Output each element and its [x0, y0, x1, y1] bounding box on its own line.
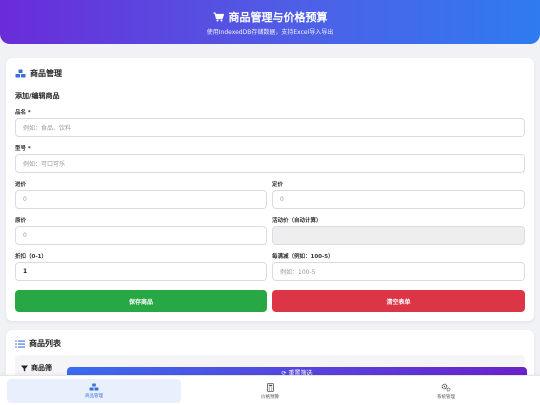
product-card-title-row: 商品管理 [15, 68, 62, 79]
discount-input[interactable]: 1 [15, 262, 267, 281]
app-title-row: 商品管理与价格预算 [0, 9, 540, 25]
list-price-input[interactable]: 0 [272, 190, 525, 209]
form-title: 添加/编辑商品 [15, 92, 60, 100]
gears-icon [441, 383, 451, 392]
product-management-card: 商品管理 添加/编辑商品 品名 * 例如：食品、饮料 型号 * 例如：可口可乐 … [6, 58, 534, 321]
list-card-title-row: 商品列表 [15, 338, 61, 349]
full-reduction-label: 每满减（例如：100-5） [272, 254, 334, 260]
nav-label-price-budget: 价格预算 [261, 394, 279, 400]
promo-price-input [272, 226, 525, 245]
promo-price-label: 活动价（自动计算） [272, 218, 322, 224]
nav-label-system-management: 系统管理 [437, 394, 455, 400]
list-icon [15, 339, 25, 348]
original-price-input[interactable]: 0 [15, 226, 267, 245]
model-label: 型号 * [15, 146, 31, 152]
name-label: 品名 * [15, 110, 31, 116]
nav-item-product-management[interactable]: 商品管理 [7, 379, 181, 403]
cart-icon [213, 12, 224, 22]
filter-icon [21, 365, 28, 372]
list-price-label: 定价 [272, 182, 284, 188]
app-title: 商品管理与价格预算 [228, 11, 328, 24]
model-input[interactable]: 例如：可口可乐 [15, 154, 525, 173]
save-product-button[interactable]: 保存商品 [15, 290, 267, 312]
list-card-title: 商品列表 [29, 339, 61, 348]
boxes-icon [15, 69, 26, 78]
nav-item-price-budget[interactable]: 价格预算 [183, 379, 357, 403]
clear-form-button[interactable]: 清空表单 [272, 290, 525, 312]
original-price-label: 原价 [15, 218, 27, 224]
app-subtitle: 使用IndexedDB存储数据，支持Excel导入导出 [206, 29, 334, 36]
full-reduction-input[interactable]: 例如：100-5 [272, 262, 525, 281]
filter-title: 商品筛 [31, 364, 52, 372]
cost-label: 进价 [15, 182, 27, 188]
nav-label-product-management: 商品管理 [85, 394, 103, 399]
app-header: 商品管理与价格预算 使用IndexedDB存储数据，支持Excel导入导出 [0, 0, 540, 44]
bottom-nav: 商品管理 价格预算 系统管理 [0, 375, 540, 405]
nav-item-system-management[interactable]: 系统管理 [359, 379, 533, 403]
discount-label: 折扣（0-1） [15, 254, 47, 260]
cost-input[interactable]: 0 [15, 190, 267, 209]
filter-title-row: 商品筛 [21, 363, 52, 373]
name-input[interactable]: 例如：食品、饮料 [15, 118, 525, 137]
product-card-title: 商品管理 [30, 69, 62, 78]
boxes-icon [89, 383, 99, 391]
calculator-icon [266, 382, 274, 392]
